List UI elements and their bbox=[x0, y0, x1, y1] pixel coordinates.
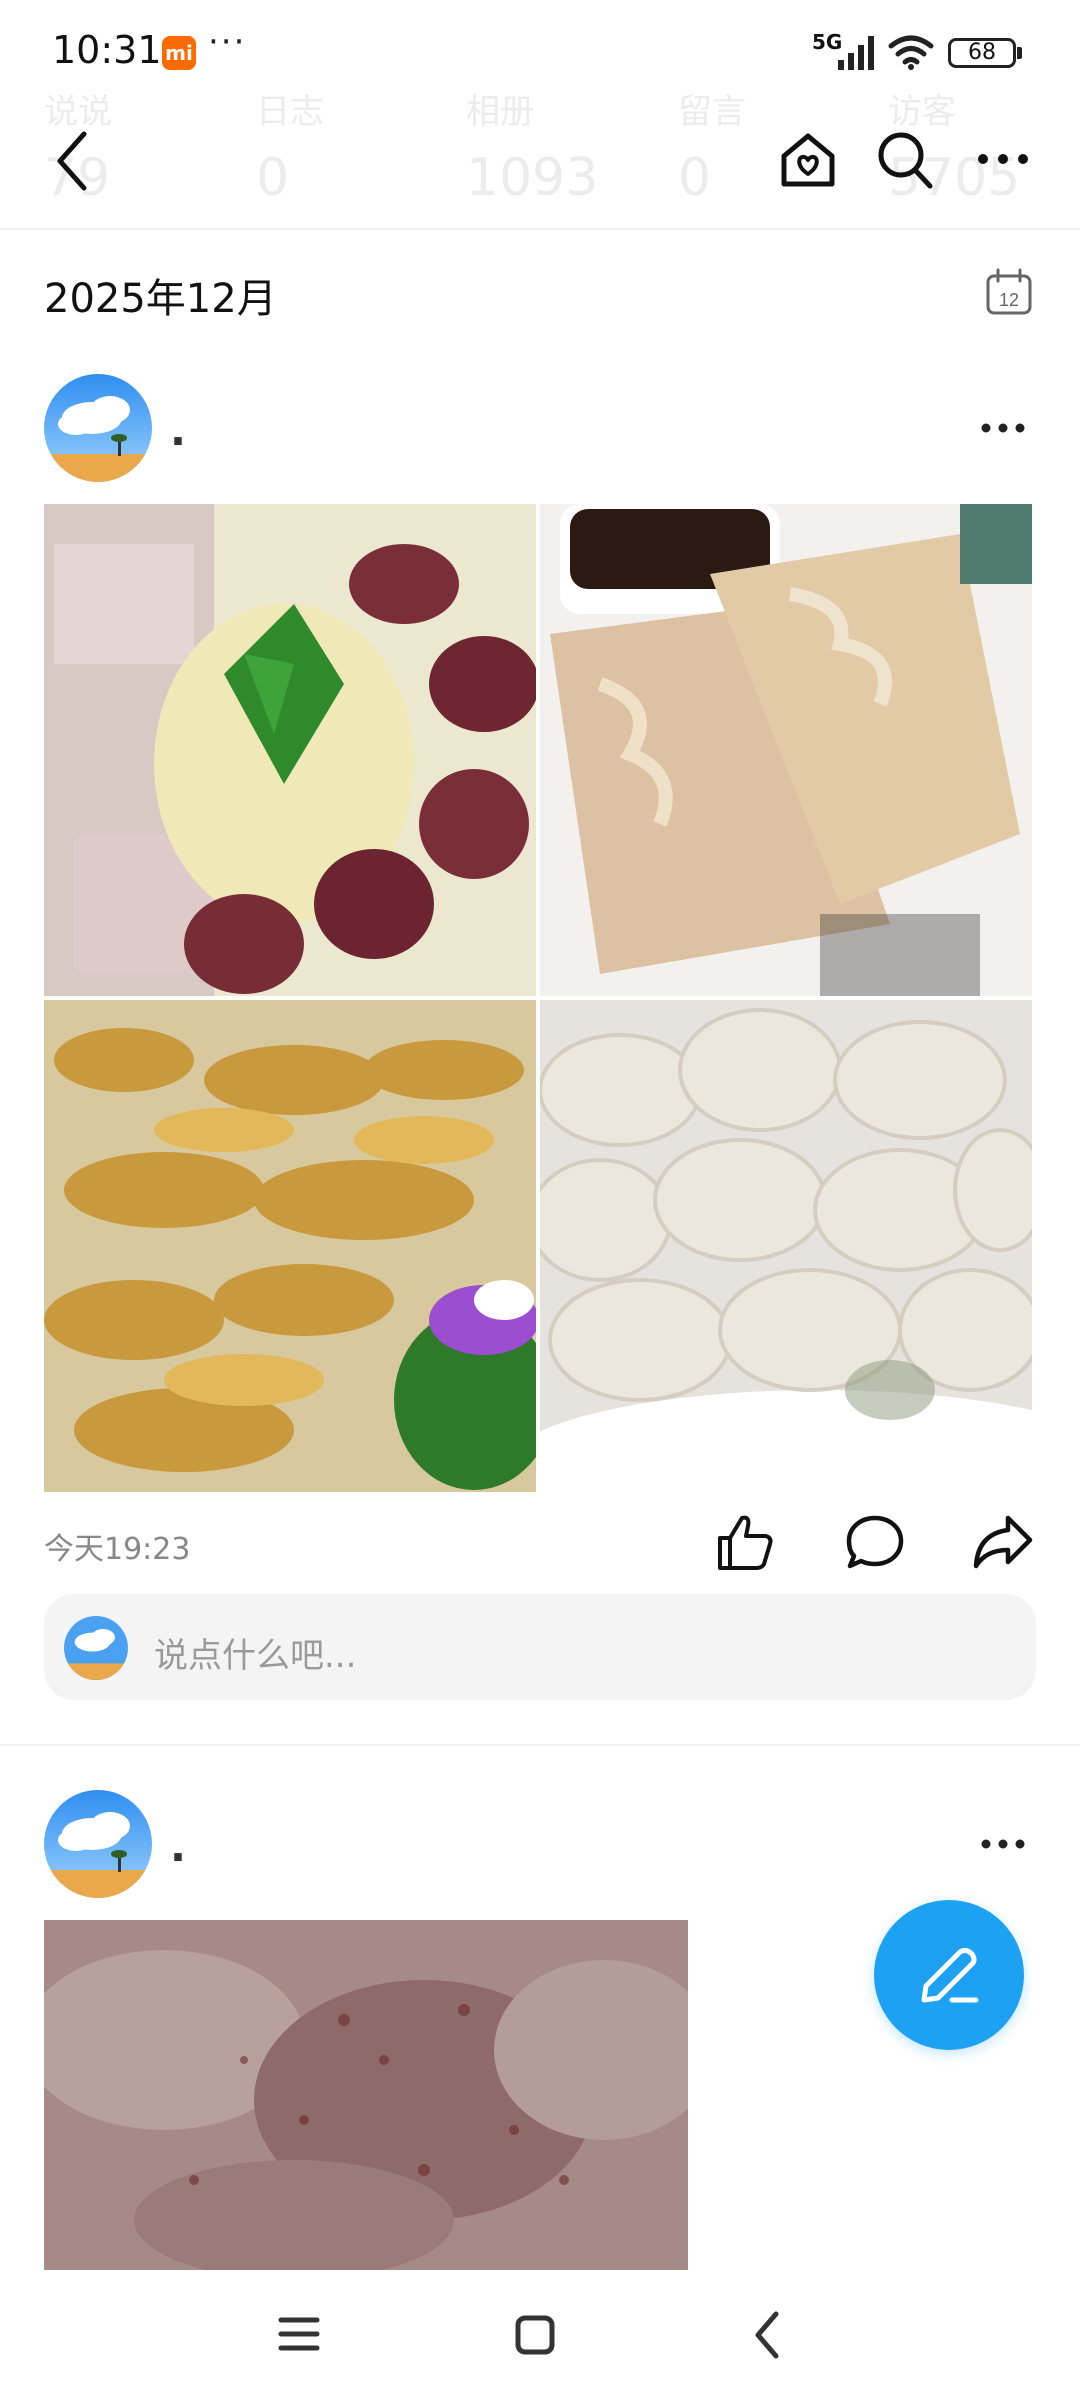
comment-placeholder: 说点什么吧... bbox=[154, 1636, 357, 1676]
post-photo[interactable] bbox=[540, 1000, 1032, 1492]
status-time: 10:31 bbox=[52, 28, 162, 72]
stat-value-messages: 0 bbox=[678, 148, 712, 208]
month-header: 2025年12月 bbox=[44, 276, 277, 322]
post-more-icon[interactable] bbox=[980, 1838, 1026, 1850]
status-more-dots: ··· bbox=[208, 22, 247, 62]
stat-label-visitors: 访客 bbox=[888, 92, 956, 132]
avatar[interactable] bbox=[44, 374, 152, 482]
system-back-icon[interactable] bbox=[752, 2310, 782, 2360]
post-timestamp: 今天19:23 bbox=[44, 1532, 191, 1567]
signal-icon bbox=[838, 36, 874, 70]
post-more-icon[interactable] bbox=[980, 422, 1026, 434]
stat-label-albums: 相册 bbox=[466, 92, 534, 132]
stat-value-blogs: 0 bbox=[256, 148, 290, 208]
stat-label-messages: 留言 bbox=[678, 92, 746, 132]
post-photo[interactable] bbox=[44, 1000, 536, 1492]
more-icon[interactable] bbox=[976, 152, 1030, 166]
comment-icon[interactable] bbox=[844, 1512, 906, 1572]
stat-label-blogs: 日志 bbox=[256, 92, 324, 132]
menu-icon[interactable] bbox=[278, 2316, 320, 2352]
stat-label-posts: 说说 bbox=[44, 92, 112, 132]
post-author-name[interactable]: . bbox=[170, 406, 186, 455]
calendar-day: 12 bbox=[999, 290, 1019, 310]
post-author-name[interactable]: . bbox=[170, 1822, 186, 1871]
back-icon[interactable] bbox=[52, 130, 92, 192]
compose-button[interactable] bbox=[874, 1900, 1024, 2050]
stat-value-albums: 1093 bbox=[466, 148, 599, 208]
mi-app-badge: mi bbox=[162, 36, 196, 70]
avatar[interactable] bbox=[44, 1790, 152, 1898]
post-photo[interactable] bbox=[44, 504, 536, 996]
header-divider bbox=[0, 228, 1080, 230]
battery-tip bbox=[1017, 47, 1022, 59]
search-icon[interactable] bbox=[876, 130, 936, 192]
post-photo[interactable] bbox=[540, 504, 1032, 996]
calendar-icon[interactable]: 12 bbox=[984, 268, 1034, 316]
wifi-icon bbox=[888, 35, 934, 70]
post-photo[interactable] bbox=[44, 1920, 688, 2270]
share-icon[interactable] bbox=[972, 1512, 1034, 1572]
pencil-icon bbox=[921, 1947, 979, 2003]
battery-indicator: 68 bbox=[948, 38, 1016, 68]
post-divider bbox=[0, 1744, 1080, 1746]
home-icon[interactable] bbox=[514, 2314, 556, 2356]
commenter-avatar bbox=[64, 1616, 128, 1680]
heart-home-icon[interactable] bbox=[778, 130, 838, 190]
like-icon[interactable] bbox=[714, 1512, 774, 1572]
